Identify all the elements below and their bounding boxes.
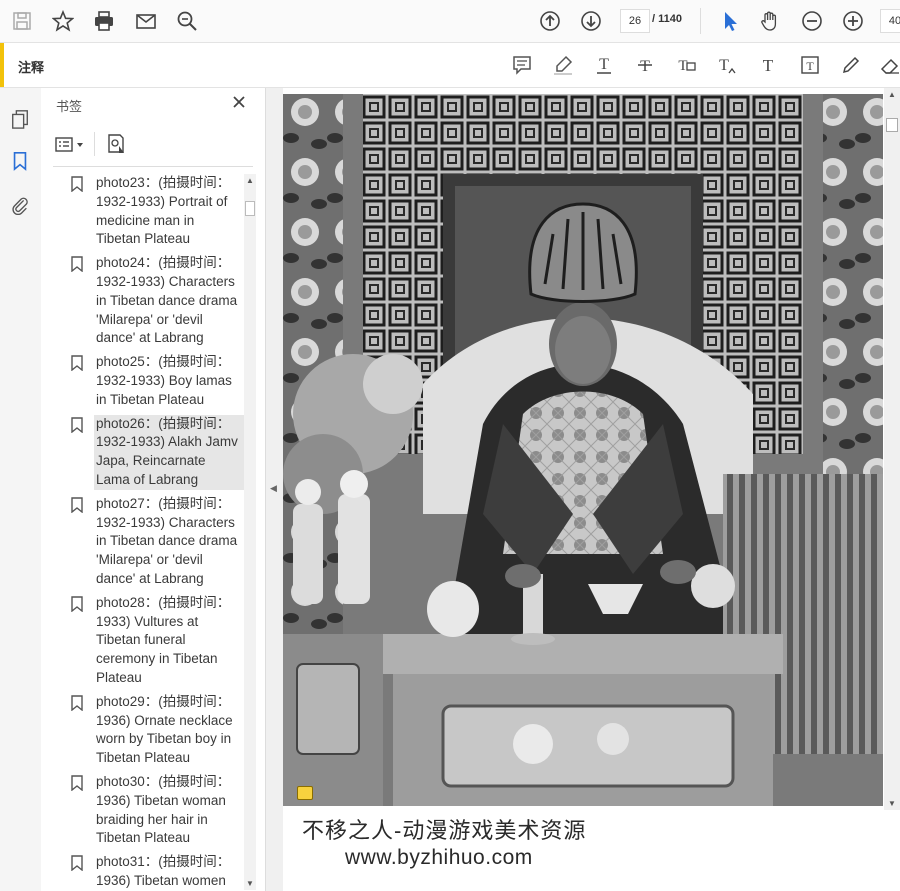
page-thumbnails-icon[interactable] bbox=[9, 108, 31, 130]
replace-text-icon[interactable]: T bbox=[674, 53, 698, 77]
bookmark-label: photo25：(拍摄时间：1932-1933) Boy lamas in Ti… bbox=[96, 354, 232, 407]
bookmark-item[interactable]: photo28：(拍摄时间：1933) Vultures at Tibetan … bbox=[66, 594, 244, 693]
bookmark-label: photo31：(拍摄时间：1936) Tibetan women bbox=[96, 854, 231, 888]
pencil-icon[interactable] bbox=[839, 53, 863, 77]
bookmark-label: photo27：(拍摄时间：1932-1933) Characters in T… bbox=[96, 495, 238, 586]
bookmark-icon bbox=[71, 416, 83, 434]
bookmark-icon bbox=[71, 355, 83, 372]
hand-tool-icon[interactable] bbox=[758, 9, 782, 33]
bookmark-item[interactable]: photo25：(拍摄时间：1932-1933) Boy lamas in Ti… bbox=[66, 353, 244, 414]
toolbar-divider bbox=[700, 8, 701, 34]
scroll-up-icon[interactable]: ▲ bbox=[246, 176, 254, 185]
panel-divider bbox=[53, 166, 253, 167]
insert-text-icon[interactable]: T bbox=[715, 53, 739, 77]
bookmark-label: photo30：(拍摄时间：1936) Tibetan woman braidi… bbox=[96, 773, 231, 846]
bookmark-list: photo23：(拍摄时间：1932-1933) Portrait of med… bbox=[66, 174, 244, 891]
svg-text:T: T bbox=[806, 59, 814, 73]
document-view bbox=[283, 88, 883, 891]
sticky-note-icon[interactable] bbox=[510, 53, 534, 77]
collapse-arrow-icon[interactable]: ◀ bbox=[270, 483, 277, 494]
add-bookmark-icon[interactable] bbox=[105, 133, 127, 160]
document-scrollbar[interactable]: ▲ ▼ bbox=[884, 88, 900, 810]
bookmark-icon bbox=[71, 855, 83, 872]
tools-divider bbox=[94, 132, 95, 156]
underline-text-icon[interactable]: T bbox=[592, 53, 616, 77]
bookmark-label: photo23：(拍摄时间：1932-1933) Portrait of med… bbox=[96, 175, 231, 247]
print-icon[interactable] bbox=[92, 9, 116, 33]
bookmark-item[interactable]: photo30：(拍摄时间：1936) Tibetan woman braidi… bbox=[66, 773, 244, 853]
bookmark-icon bbox=[71, 596, 83, 613]
add-text-icon[interactable]: T bbox=[756, 53, 780, 77]
panel-collapse-strip[interactable]: ◀ bbox=[266, 88, 283, 891]
scrollbar-thumb[interactable] bbox=[245, 201, 255, 216]
bookmark-panel-icon[interactable] bbox=[9, 150, 31, 172]
bookmark-label: photo24：(拍摄时间：1932-1933) Characters in T… bbox=[96, 255, 238, 346]
star-icon[interactable] bbox=[51, 9, 75, 33]
zoom-out-icon[interactable] bbox=[800, 9, 824, 33]
bookmark-icon bbox=[71, 695, 83, 712]
annotation-toolbar: 注释 T T T T T T bbox=[0, 43, 900, 88]
next-page-icon[interactable] bbox=[579, 9, 603, 33]
zoom-in-icon[interactable] bbox=[841, 9, 865, 33]
svg-text:T: T bbox=[678, 58, 687, 74]
bookmark-options-icon[interactable] bbox=[55, 136, 87, 159]
document-scroll-thumb[interactable] bbox=[886, 118, 898, 132]
svg-text:T: T bbox=[640, 58, 650, 75]
prev-page-icon[interactable] bbox=[538, 9, 562, 33]
highlight-icon[interactable] bbox=[551, 53, 575, 77]
bookmark-icon bbox=[71, 497, 83, 514]
bookmark-label: photo26：(拍摄时间：1932-1933) Alakh Jamv Japa… bbox=[94, 414, 244, 490]
scroll-down-icon[interactable]: ▼ bbox=[246, 879, 254, 888]
watermark-url: www.byzhihuo.com bbox=[345, 846, 533, 869]
doc-scroll-down-icon[interactable]: ▼ bbox=[888, 799, 896, 808]
attachment-icon[interactable] bbox=[9, 194, 31, 216]
doc-scroll-up-icon[interactable]: ▲ bbox=[888, 90, 896, 99]
bookmark-label: photo28：(拍摄时间：1933) Vultures at Tibetan … bbox=[96, 594, 231, 685]
select-cursor-icon[interactable] bbox=[718, 9, 742, 33]
close-icon[interactable] bbox=[231, 94, 247, 110]
page-number-input[interactable]: 26 bbox=[620, 9, 650, 33]
annotation-accent-bar bbox=[0, 43, 4, 87]
bookmark-item[interactable]: photo26：(拍摄时间：1932-1933) Alakh Jamv Japa… bbox=[66, 414, 244, 495]
svg-text:T: T bbox=[763, 56, 774, 75]
eraser-icon[interactable] bbox=[878, 53, 900, 77]
save-icon[interactable] bbox=[10, 9, 34, 33]
bookmark-label: photo29：(拍摄时间：1936) Ornate necklace worn… bbox=[96, 693, 233, 766]
watermark-title: 不移之人-动漫游戏美术资源 bbox=[302, 818, 587, 843]
bookmark-icon bbox=[71, 176, 83, 193]
comment-note-icon[interactable] bbox=[297, 786, 313, 800]
bookmark-item[interactable]: photo29：(拍摄时间：1936) Ornate necklace worn… bbox=[66, 693, 244, 773]
bookmark-icon bbox=[71, 775, 83, 792]
annotation-title: 注释 bbox=[18, 60, 45, 75]
bookmark-scrollbar[interactable]: ▲ ▼ bbox=[244, 174, 256, 890]
bookmark-item[interactable]: photo31：(拍摄时间：1936) Tibetan women bbox=[66, 853, 244, 891]
panel-title: 书签 bbox=[56, 99, 83, 114]
bookmarks-panel: 书签 photo23：(拍摄时间：1932-1933) Portrait of … bbox=[41, 88, 266, 891]
bookmark-item[interactable]: photo23：(拍摄时间：1932-1933) Portrait of med… bbox=[66, 174, 244, 254]
bookmark-item[interactable]: photo24：(拍摄时间：1932-1933) Characters in T… bbox=[66, 254, 244, 353]
navigation-rail bbox=[0, 88, 42, 891]
main-toolbar: 26 / 1140 40 bbox=[0, 0, 900, 43]
svg-text:T: T bbox=[599, 56, 609, 73]
document-photo bbox=[283, 94, 883, 806]
text-box-icon[interactable]: T bbox=[798, 53, 822, 77]
zoom-search-icon[interactable] bbox=[175, 9, 199, 33]
bookmark-item[interactable]: photo27：(拍摄时间：1932-1933) Characters in T… bbox=[66, 495, 244, 594]
bookmark-icon bbox=[71, 256, 83, 273]
mail-icon[interactable] bbox=[134, 9, 158, 33]
svg-text:T: T bbox=[719, 57, 729, 74]
page-total: / 1140 bbox=[652, 13, 682, 25]
strikethrough-text-icon[interactable]: T bbox=[633, 53, 657, 77]
zoom-level-input[interactable]: 40 bbox=[880, 9, 900, 33]
